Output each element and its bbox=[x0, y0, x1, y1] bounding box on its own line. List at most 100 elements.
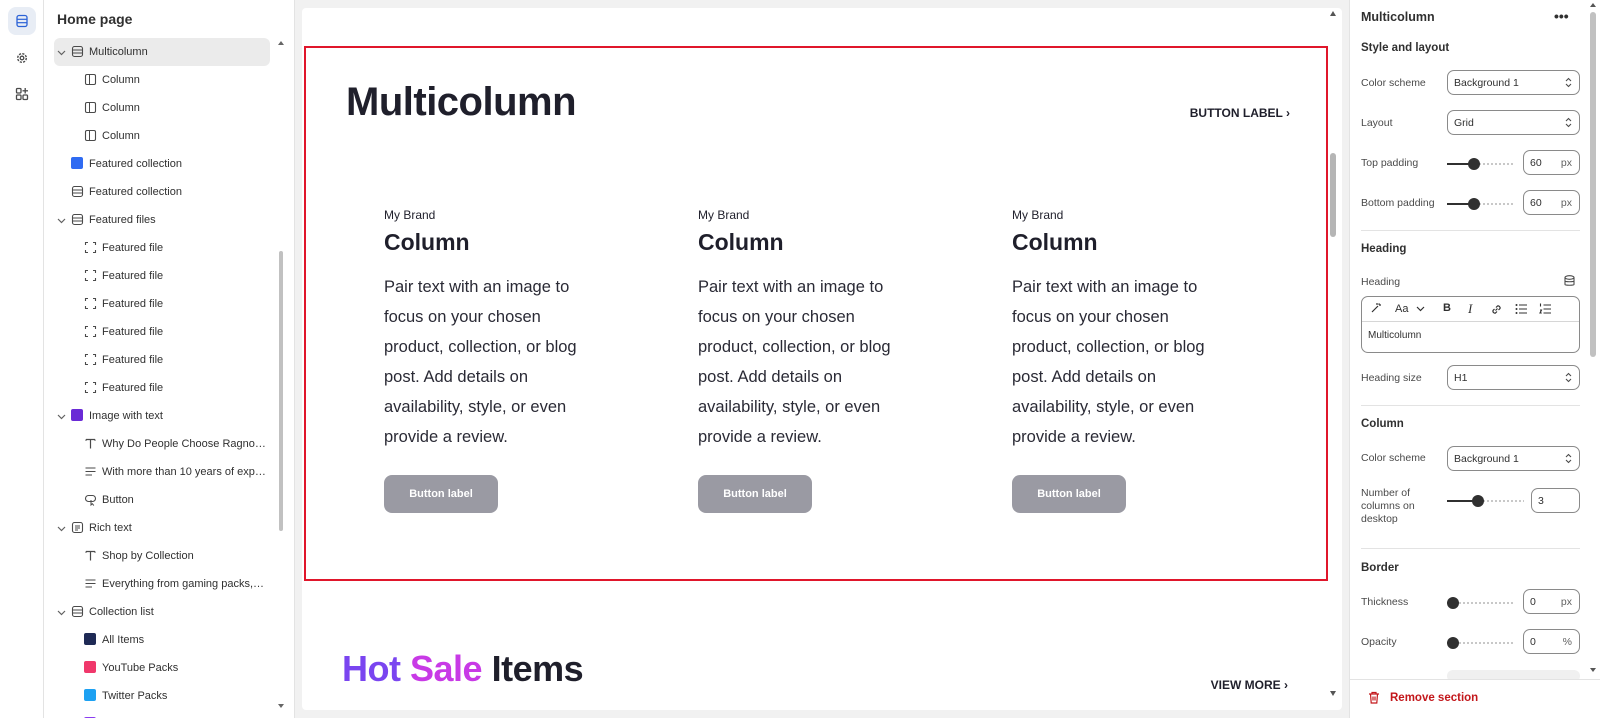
remove-section-button[interactable]: Remove section bbox=[1390, 692, 1478, 704]
tree-block-item[interactable]: Everything from gaming packs, i... bbox=[44, 570, 284, 598]
unit-label: % bbox=[1562, 636, 1572, 648]
top-padding-label: Top padding bbox=[1361, 157, 1419, 169]
column-color-scheme-select[interactable]: Background 1 bbox=[1447, 446, 1580, 471]
tree-block-item[interactable]: Featured file bbox=[44, 262, 284, 290]
tree-section-item[interactable]: Featured collection bbox=[44, 178, 284, 206]
column-body: Pair text with an image to focus on your… bbox=[1012, 278, 1205, 446]
sale-word: Sale bbox=[410, 648, 483, 689]
bottom-padding-slider[interactable] bbox=[1447, 198, 1515, 210]
panel-scrollbar[interactable] bbox=[1586, 0, 1600, 679]
tree-item-label: Collection list bbox=[89, 606, 154, 618]
tree-block-item[interactable]: Why Do People Choose Ragnok ... bbox=[44, 430, 284, 458]
top-padding-slider[interactable] bbox=[1447, 158, 1515, 170]
column-card[interactable]: My Brand Column Pair text with an image … bbox=[1012, 208, 1232, 513]
column-button[interactable]: Button label bbox=[384, 475, 498, 513]
opacity-slider[interactable] bbox=[1447, 637, 1515, 649]
tree-block-item[interactable]: Vectors & Illustrations bbox=[44, 710, 284, 718]
section-button-link[interactable]: BUTTON LABEL › bbox=[1190, 106, 1290, 120]
tree-section-item[interactable]: Featured collection bbox=[44, 150, 284, 178]
color-scheme-select[interactable]: Background 1 bbox=[1447, 70, 1580, 95]
tree-block-item[interactable]: Featured file bbox=[44, 290, 284, 318]
layout-select[interactable]: Grid bbox=[1447, 110, 1580, 135]
column-card[interactable]: My Brand Column Pair text with an image … bbox=[384, 208, 604, 513]
apps-icon[interactable] bbox=[8, 80, 36, 108]
tree-block-item[interactable]: Featured file bbox=[44, 346, 284, 374]
tree-section-item[interactable]: Image with text bbox=[44, 402, 284, 430]
magic-icon[interactable] bbox=[1370, 302, 1382, 314]
top-padding-input[interactable]: 60 px bbox=[1523, 150, 1580, 175]
tree-block-item[interactable]: Column bbox=[44, 66, 284, 94]
bottom-padding-input[interactable]: 60 px bbox=[1523, 190, 1580, 215]
slider-handle[interactable] bbox=[1468, 198, 1481, 210]
bullet-list-icon[interactable] bbox=[1515, 303, 1528, 315]
tree-section-item[interactable]: Collection list bbox=[44, 598, 284, 626]
column-icon bbox=[84, 73, 97, 86]
heading-editor[interactable]: Aa B I Multicolumn bbox=[1361, 296, 1580, 353]
multicolumn-section[interactable]: Multicolumn BUTTON LABEL › My Brand Colu… bbox=[304, 46, 1328, 581]
slider-handle[interactable] bbox=[1471, 495, 1484, 507]
heading-editor-text[interactable]: Multicolumn bbox=[1368, 330, 1421, 341]
color-scheme-value: Background 1 bbox=[1454, 77, 1519, 89]
tree-item-label: Button bbox=[102, 494, 134, 506]
tree-item-label: Column bbox=[102, 130, 140, 142]
chevron-down-icon[interactable] bbox=[57, 215, 66, 227]
tree-block-item[interactable]: Column bbox=[44, 122, 284, 150]
gear-icon[interactable] bbox=[8, 44, 36, 72]
thickness-label: Thickness bbox=[1361, 596, 1409, 608]
section-icon bbox=[71, 45, 84, 58]
trash-icon[interactable] bbox=[1368, 691, 1380, 704]
heading-size-select[interactable]: H1 bbox=[1447, 365, 1580, 390]
section-icon bbox=[71, 185, 84, 198]
chevron-down-icon[interactable] bbox=[57, 47, 66, 59]
tree-block-item[interactable]: Button bbox=[44, 486, 284, 514]
chevron-down-icon[interactable] bbox=[57, 411, 66, 423]
dynamic-source-icon[interactable] bbox=[1564, 275, 1575, 287]
tree-section-item[interactable]: Rich text bbox=[44, 514, 284, 542]
tree-section-item[interactable]: Featured files bbox=[44, 206, 284, 234]
thickness-input[interactable]: 0 px bbox=[1523, 589, 1580, 614]
font-size-button[interactable]: Aa bbox=[1395, 303, 1408, 315]
columns-desktop-input[interactable]: 3 bbox=[1531, 488, 1580, 513]
tree-item-label: YouTube Packs bbox=[102, 662, 179, 674]
section-icon bbox=[71, 605, 84, 618]
heading-size-label: Heading size bbox=[1361, 372, 1422, 384]
more-options-icon[interactable]: ••• bbox=[1554, 8, 1569, 24]
column-button[interactable]: Button label bbox=[698, 475, 812, 513]
chevron-down-icon[interactable] bbox=[57, 523, 66, 535]
thickness-slider[interactable] bbox=[1447, 597, 1515, 609]
tree-block-item[interactable]: Featured file bbox=[44, 234, 284, 262]
view-more-link[interactable]: VIEW MORE › bbox=[1211, 678, 1288, 692]
column-body: Pair text with an image to focus on your… bbox=[698, 278, 891, 446]
tree-scrollbar[interactable] bbox=[278, 38, 284, 710]
unit-label: px bbox=[1560, 197, 1572, 209]
column-button[interactable]: Button label bbox=[1012, 475, 1126, 513]
tree-block-item[interactable]: Shop by Collection bbox=[44, 542, 284, 570]
chevron-down-icon[interactable] bbox=[1416, 306, 1425, 312]
tree-block-item[interactable]: With more than 10 years of expe... bbox=[44, 458, 284, 486]
heading-label: Heading bbox=[1361, 276, 1401, 288]
chevron-down-icon[interactable] bbox=[57, 607, 66, 619]
slider-handle[interactable] bbox=[1468, 158, 1481, 170]
numbered-list-icon[interactable] bbox=[1539, 303, 1552, 315]
link-icon[interactable] bbox=[1490, 303, 1503, 316]
tree-item-selected[interactable]: Multicolumn bbox=[54, 38, 270, 66]
canvas-scrollbar[interactable] bbox=[1324, 8, 1342, 710]
columns-desktop-slider[interactable] bbox=[1447, 495, 1524, 507]
slider-handle[interactable] bbox=[1447, 637, 1459, 649]
italic-button[interactable]: I bbox=[1468, 301, 1472, 317]
bold-button[interactable]: B bbox=[1443, 302, 1451, 314]
tree-block-item[interactable]: Twitter Packs bbox=[44, 682, 284, 710]
tree-block-item[interactable]: Featured file bbox=[44, 318, 284, 346]
column-title: Column bbox=[698, 229, 784, 255]
chevron-right-icon: › bbox=[1286, 106, 1290, 120]
opacity-input[interactable]: 0% bbox=[1523, 629, 1580, 654]
column-card[interactable]: My Brand Column Pair text with an image … bbox=[698, 208, 918, 513]
tree-block-item[interactable]: Featured file bbox=[44, 374, 284, 402]
sections-icon[interactable] bbox=[8, 7, 36, 35]
tree-block-item[interactable]: YouTube Packs bbox=[44, 654, 284, 682]
page-title: Home page bbox=[57, 11, 133, 27]
slider-handle[interactable] bbox=[1447, 597, 1459, 609]
tree-block-item[interactable]: Column bbox=[44, 94, 284, 122]
tree-block-item[interactable]: All Items bbox=[44, 626, 284, 654]
panel-title: Multicolumn bbox=[1361, 10, 1435, 24]
